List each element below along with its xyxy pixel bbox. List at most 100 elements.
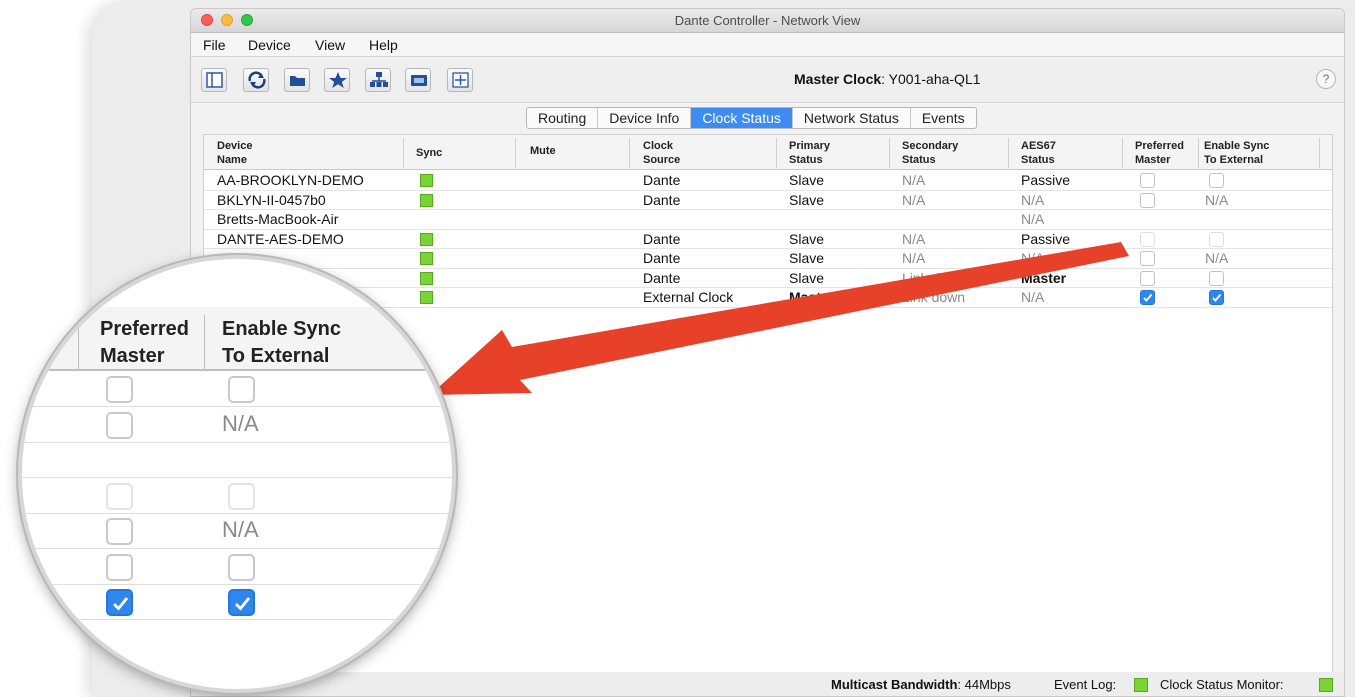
- magnified-preferred-master-checkbox: [106, 553, 133, 581]
- menu-file[interactable]: File: [203, 37, 226, 53]
- enable-sync-checkbox[interactable]: [1209, 270, 1224, 286]
- primary-status: Slave: [789, 269, 825, 286]
- bandwidth-readout: Multicast Bandwidth: 44Mbps: [831, 677, 1011, 692]
- primary-status: Slave: [789, 172, 825, 188]
- magnified-header-preferred-master: Preferred Master: [100, 318, 189, 367]
- aes67-status: N/A: [1021, 289, 1045, 305]
- column-separator: [889, 138, 890, 168]
- primary-status: Slave: [789, 191, 825, 208]
- secondary-status: N/A: [902, 250, 926, 266]
- header-sync[interactable]: Sync: [416, 146, 442, 160]
- aes67-status: Master: [1021, 269, 1067, 286]
- magnified-row: [22, 479, 452, 514]
- menu-view[interactable]: View: [315, 37, 345, 53]
- open-folder-button[interactable]: [284, 68, 310, 92]
- help-button[interactable]: ?: [1316, 69, 1336, 89]
- folder-icon: [290, 76, 305, 86]
- device-info-button[interactable]: [405, 68, 431, 92]
- magnifier-callout: Preferred Master Enable Sync To External N…: [18, 255, 456, 693]
- secondary-status: N/A: [902, 230, 926, 247]
- tab-network-status[interactable]: Network Status: [793, 108, 911, 128]
- header-mute[interactable]: Mute: [530, 144, 556, 158]
- magnified-row: [22, 550, 452, 585]
- master-clock-value: : Y001-aha-QL1: [881, 71, 981, 87]
- table-row[interactable]: BKLYN-II-0457b0 Dante Slave N/A N/A N/A: [204, 191, 1332, 210]
- enable-sync-checkbox[interactable]: [1209, 173, 1224, 188]
- tab-events[interactable]: Events: [911, 108, 976, 128]
- view-tabs: Routing Device Info Clock Status Network…: [526, 107, 977, 129]
- device-view-icon: [206, 72, 223, 88]
- sync-indicator: [420, 232, 433, 246]
- column-separator: [515, 138, 516, 168]
- header-primary-status[interactable]: Primary Status: [789, 139, 830, 167]
- aes67-status: N/A: [1021, 191, 1045, 208]
- clock-source: Dante: [643, 172, 681, 188]
- magnified-row: [22, 585, 452, 620]
- table-row[interactable]: AA-BROOKLYN-DEMO Dante Slave N/A Passive: [204, 171, 1332, 191]
- preferred-master-checkbox[interactable]: [1140, 290, 1155, 305]
- magnified-enable-sync-checkbox: [228, 482, 255, 510]
- favorite-button[interactable]: [324, 68, 350, 92]
- preferred-master-checkbox[interactable]: [1140, 251, 1155, 266]
- magnified-header-enable-sync: Enable Sync To External: [222, 318, 341, 367]
- magnified-preferred-master-checkbox: [106, 589, 133, 616]
- magnified-row: N/A: [22, 514, 452, 549]
- magnified-enable-sync-na: N/A: [222, 517, 259, 542]
- table-header: Device Name Sync Mute Clock Source Primary…: [204, 135, 1332, 170]
- clock-source: Dante: [643, 269, 681, 286]
- device-name: BKLYN-II-0457b0: [217, 191, 326, 208]
- add-icon: [452, 72, 469, 88]
- tab-device-info[interactable]: Device Info: [598, 108, 692, 128]
- column-separator: [204, 315, 205, 369]
- magnified-row: N/A: [22, 408, 452, 443]
- master-clock-label: Master Clock: [794, 71, 882, 87]
- header-device-name[interactable]: Device Name: [217, 139, 252, 167]
- star-icon: [329, 72, 347, 88]
- enable-sync-checkbox: [1209, 231, 1224, 247]
- magnified-preferred-master-checkbox: [106, 518, 133, 545]
- refresh-icon: [248, 71, 266, 89]
- tab-clock-status[interactable]: Clock Status: [691, 108, 793, 128]
- preferred-master-checkbox: [1140, 231, 1155, 247]
- secondary-status: Link down: [902, 289, 966, 305]
- magnified-enable-sync-checkbox: [228, 553, 255, 581]
- tab-routing[interactable]: Routing: [527, 108, 599, 128]
- clock-status-monitor-indicator[interactable]: [1319, 678, 1333, 692]
- enable-sync-checkbox[interactable]: [1209, 290, 1224, 305]
- device-name: Bretts-MacBook-Air: [217, 211, 339, 227]
- primary-status: Master: [789, 289, 835, 305]
- preferred-master-checkbox[interactable]: [1140, 192, 1155, 208]
- primary-status: Slave: [789, 250, 825, 266]
- secondary-status: N/A: [902, 172, 926, 188]
- checkmark-icon: [1143, 293, 1153, 302]
- sync-indicator: [420, 193, 433, 207]
- network-button[interactable]: [365, 68, 391, 92]
- magnified-enable-sync-na: N/A: [222, 410, 259, 436]
- title-bar[interactable]: Dante Controller - Network View: [191, 9, 1344, 33]
- preferred-master-checkbox[interactable]: [1140, 270, 1155, 286]
- add-button[interactable]: [447, 68, 473, 92]
- aes67-status: N/A: [1021, 250, 1045, 266]
- column-separator: [432, 315, 433, 369]
- menu-device[interactable]: Device: [248, 37, 291, 53]
- refresh-button[interactable]: [243, 68, 269, 92]
- master-clock-readout: Master Clock: Y001-aha-QL1: [794, 71, 981, 87]
- header-preferred-master[interactable]: Preferred Master: [1135, 139, 1184, 167]
- secondary-status: Link down: [902, 269, 966, 286]
- event-log-indicator[interactable]: [1134, 678, 1148, 692]
- device-view-button[interactable]: [201, 68, 227, 92]
- magnified-enable-sync-checkbox: [228, 376, 255, 403]
- header-clock-source[interactable]: Clock Source: [643, 139, 680, 167]
- table-row[interactable]: Bretts-MacBook-Air N/A: [204, 210, 1332, 230]
- header-aes67-status[interactable]: AES67 Status: [1021, 139, 1056, 167]
- header-secondary-status[interactable]: Secondary Status: [902, 139, 958, 167]
- preferred-master-checkbox[interactable]: [1140, 173, 1155, 188]
- aes67-status: N/A: [1021, 211, 1045, 227]
- clock-source: Dante: [643, 250, 681, 266]
- menu-help[interactable]: Help: [369, 37, 398, 53]
- header-enable-sync[interactable]: Enable Sync To External: [1204, 139, 1269, 167]
- table-row[interactable]: DANTE-AES-DEMO Dante Slave N/A Passive: [204, 230, 1332, 249]
- screenshot-stage: Dante Controller - Network View File Dev…: [0, 0, 1355, 697]
- event-log-label: Event Log:: [1054, 677, 1117, 692]
- device-info-icon: [411, 75, 427, 86]
